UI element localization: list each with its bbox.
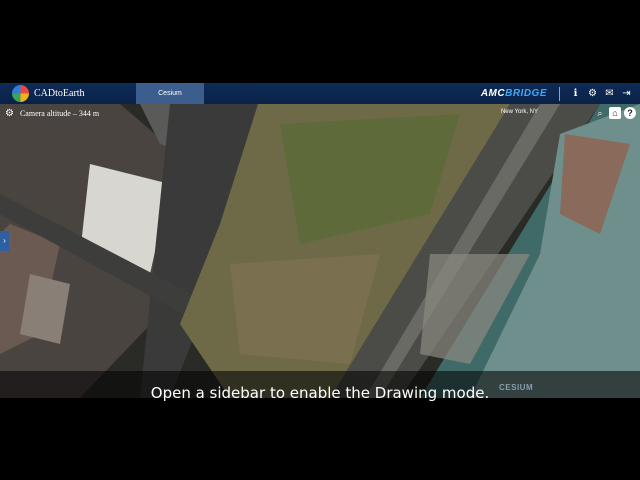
altitude-text: Camera altitude – 344 m <box>19 109 100 118</box>
cad-to-earth-app: CADtoEarth Cesium AMCBRIDGE ℹ ⚙ ✉ ⇥ ⚙ Ca… <box>0 83 640 398</box>
cesium-credit[interactable]: CESIUM <box>499 383 533 392</box>
tab-cesium[interactable]: Cesium <box>136 83 204 104</box>
logout-icon[interactable]: ⇥ <box>621 88 632 99</box>
mail-icon[interactable]: ✉ <box>604 88 615 99</box>
brand-name: CADtoEarth <box>34 88 85 99</box>
divider <box>559 86 560 101</box>
amcbridge-logo-b: BRIDGE <box>505 88 547 99</box>
amcbridge-logo: AMCBRIDGE <box>481 88 547 99</box>
location-label: New York, NY <box>500 109 538 115</box>
map-viewport[interactable] <box>0 104 640 398</box>
info-icon[interactable]: ℹ <box>570 88 581 99</box>
settings-icon[interactable]: ⚙ <box>587 88 598 99</box>
home-icon[interactable]: ⌂ <box>609 107 621 119</box>
help-icon[interactable]: ? <box>624 107 636 119</box>
brand-logo-icon <box>12 85 29 102</box>
amcbridge-logo-a: AMC <box>480 88 506 99</box>
brand[interactable]: CADtoEarth <box>0 83 136 104</box>
camera-altitude: ⚙ Camera altitude – 344 m <box>5 108 99 119</box>
gear-icon[interactable]: ⚙ <box>5 108 14 119</box>
map-toolbar: ⌕ ⌂ ? <box>594 107 636 119</box>
video-caption: Open a sidebar to enable the Drawing mod… <box>150 384 490 402</box>
aerial-imagery <box>0 104 640 398</box>
sidebar-toggle-button[interactable]: › <box>0 231 9 251</box>
search-icon[interactable]: ⌕ <box>594 107 606 119</box>
top-right-bar: AMCBRIDGE ℹ ⚙ ✉ ⇥ <box>481 83 632 104</box>
top-bar: CADtoEarth Cesium AMCBRIDGE ℹ ⚙ ✉ ⇥ <box>0 83 640 104</box>
